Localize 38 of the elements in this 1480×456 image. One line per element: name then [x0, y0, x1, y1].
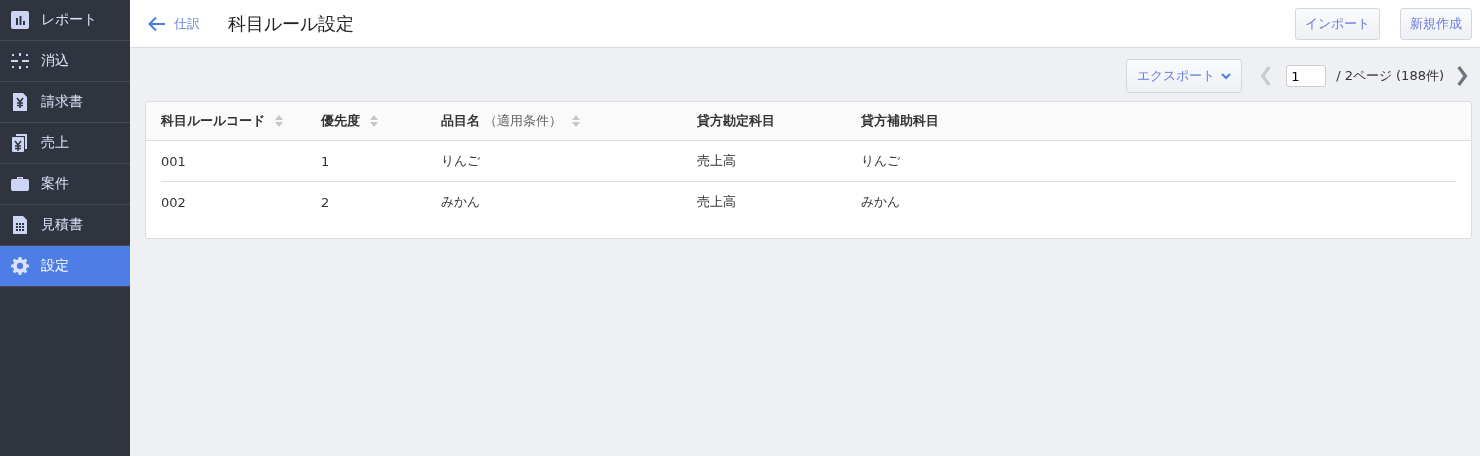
column-header: 品目名 （適用条件） [441, 112, 562, 130]
table-cell: みかん [441, 194, 480, 209]
column-header: 貸方補助科目 [861, 112, 939, 130]
page-number-field[interactable]: 1 [1286, 65, 1327, 87]
table-cell: りんご [861, 153, 900, 168]
sort-icon[interactable] [370, 115, 378, 127]
table-cell: りんご [441, 153, 480, 168]
dashes-icon [11, 52, 29, 70]
column-header: 貸方勘定科目 [697, 112, 775, 130]
page-count: / 2ページ (188件) [1336, 67, 1444, 85]
yen-receipt-icon [11, 134, 29, 152]
sidebar-item[interactable]: 請求書 [0, 82, 130, 123]
header-button[interactable]: 新規作成 [1400, 7, 1472, 40]
sort-icon[interactable] [275, 115, 283, 127]
header-button[interactable]: インポート [1295, 7, 1380, 40]
bar-chart-icon [11, 11, 29, 29]
column-header: 優先度 [321, 112, 360, 130]
sidebar-item[interactable]: レポート [0, 0, 130, 41]
column-header: 科目ルールコード [161, 112, 265, 130]
back-link[interactable]: 仕訳 [148, 14, 200, 33]
back-arrow-icon [148, 15, 166, 32]
next-page-icon[interactable] [1456, 66, 1468, 86]
yen-document-icon [11, 93, 29, 111]
table-cell: 売上高 [697, 194, 736, 209]
table-cell: 2 [321, 194, 330, 210]
table-cell: 1 [321, 153, 330, 169]
sort-icon[interactable] [572, 115, 580, 127]
export-dropdown[interactable]: エクスポート [1126, 59, 1243, 93]
table-cell: 売上高 [697, 153, 736, 168]
briefcase-icon [11, 175, 29, 193]
table-cell: 002 [161, 194, 186, 210]
calculator-icon [11, 216, 29, 234]
chevron-down-icon [1221, 72, 1232, 80]
sidebar-item[interactable]: 設定 [0, 246, 130, 287]
table-cell: みかん [861, 194, 900, 209]
page-title: 科目ルール設定 [228, 11, 354, 36]
table-cell: 001 [161, 153, 186, 169]
settings-icon [11, 257, 29, 275]
